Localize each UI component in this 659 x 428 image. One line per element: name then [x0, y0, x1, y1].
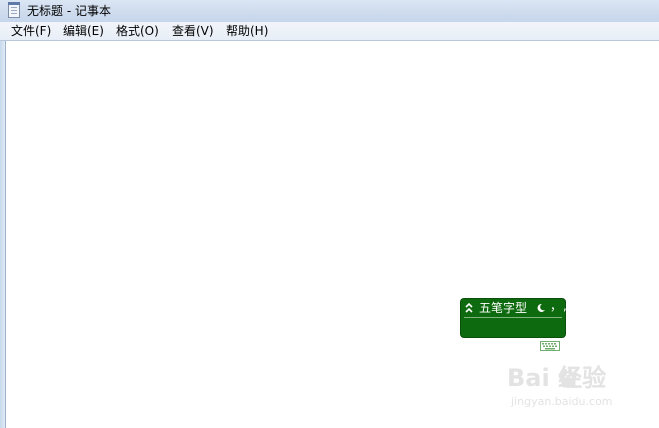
notepad-window: 无标题 - 记事本 文件(F) 编辑(E) 格式(O) 查看(V) 帮助(H) … — [0, 0, 659, 428]
notepad-icon[interactable] — [8, 2, 20, 18]
search-icon[interactable] — [485, 340, 499, 353]
window-title: 无标题 - 记事本 — [27, 4, 111, 18]
ime-toolbar[interactable]: 五笔字型 ，, 简 — [461, 299, 568, 353]
ime-toolbar-bottom-row: 简 — [461, 318, 565, 353]
menu-bar: 文件(F) 编辑(E) 格式(O) 查看(V) 帮助(H) — [0, 22, 659, 41]
title-bar[interactable]: 无标题 - 记事本 — [0, 0, 659, 22]
ime-toolbar-top-row: 五笔字型 ，, — [461, 299, 568, 318]
menu-file[interactable]: 文件(F) — [11, 24, 51, 39]
punctuation-icon[interactable]: ，, — [550, 299, 568, 313]
soft-keyboard-icon[interactable] — [540, 341, 560, 351]
simplified-chinese-toggle[interactable]: 简 — [505, 339, 517, 354]
collapse-arrow-icon[interactable] — [465, 302, 473, 314]
fullwidth-icon[interactable] — [522, 340, 533, 351]
ime-input-mode-label[interactable]: 五笔字型 — [479, 301, 527, 316]
menu-view[interactable]: 查看(V) — [172, 24, 214, 39]
menu-help[interactable]: 帮助(H) — [226, 24, 268, 39]
menu-edit[interactable]: 编辑(E) — [63, 24, 104, 39]
text-edit-area[interactable] — [6, 41, 659, 428]
half-width-moon-icon[interactable] — [536, 303, 546, 313]
hand-icon[interactable] — [466, 339, 479, 353]
menu-format[interactable]: 格式(O) — [116, 24, 159, 39]
